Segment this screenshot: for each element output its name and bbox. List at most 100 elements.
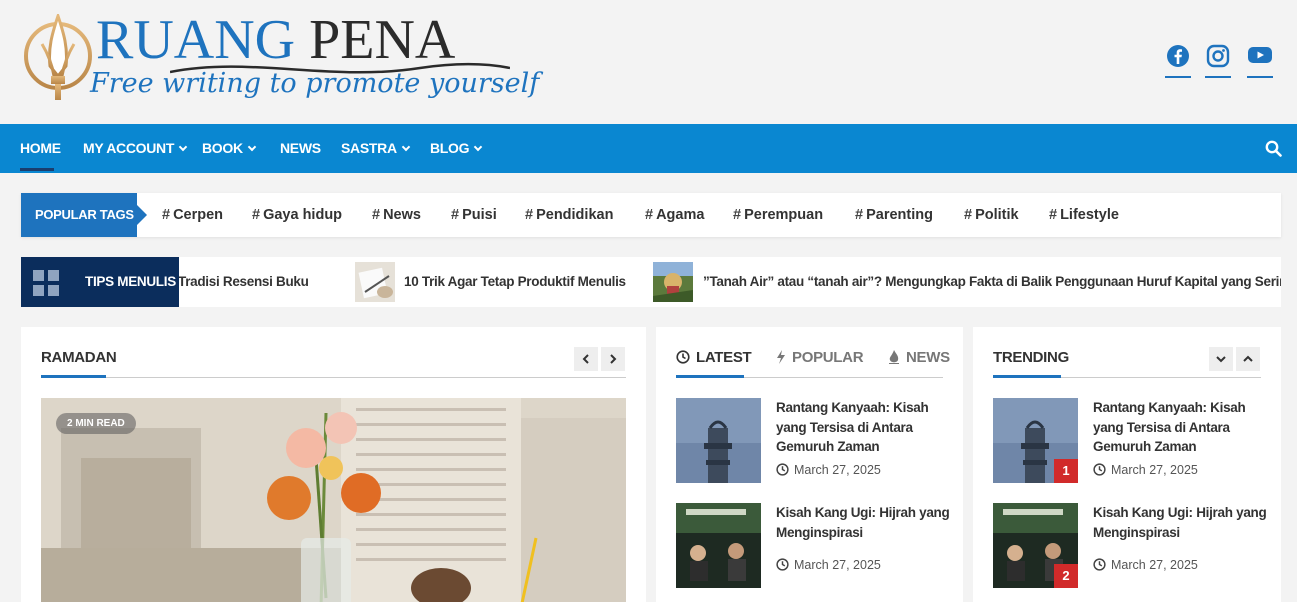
popular-tags-bar: POPULAR TAGS # Cerpen # Gaya hidup # News #… bbox=[21, 193, 1281, 237]
ticker-label: TIPS MENULIS bbox=[21, 257, 179, 307]
site-logo[interactable]: RUANG PENA Free writing to promote yours… bbox=[20, 8, 539, 108]
nav-item-sastra[interactable]: SASTRA bbox=[341, 124, 411, 173]
tab-latest[interactable]: LATEST bbox=[676, 349, 752, 366]
ticker-item[interactable]: ”Tanah Air” atau “tanah air”? Mengungkap… bbox=[703, 257, 1281, 307]
post-date: March 27, 2025 bbox=[1093, 463, 1198, 477]
list-item[interactable]: 1 Rantang Kanyaah: Kisah yang Tersisa di… bbox=[993, 398, 1263, 483]
search-icon[interactable] bbox=[1265, 140, 1282, 157]
tag-link[interactable]: # Agama bbox=[645, 193, 704, 237]
post-date: March 27, 2025 bbox=[1093, 558, 1198, 572]
clock-icon bbox=[776, 463, 789, 476]
youtube-icon bbox=[1248, 47, 1272, 63]
nav-item-book[interactable]: BOOK bbox=[202, 124, 257, 173]
instagram-link[interactable] bbox=[1205, 44, 1231, 78]
post-thumbnail[interactable] bbox=[676, 398, 761, 483]
ticker-label-text: TIPS MENULIS bbox=[85, 274, 176, 289]
news-ticker: Tradisi Resensi Buku 10 Trik Agar Tetap … bbox=[21, 257, 1281, 307]
nav-item-blog[interactable]: BLOG bbox=[430, 124, 483, 173]
nav-active-indicator bbox=[20, 168, 54, 171]
tag-link[interactable]: # Perempuan bbox=[733, 193, 823, 237]
tag-label: Pendidikan bbox=[536, 207, 614, 223]
post-date-text: March 27, 2025 bbox=[794, 463, 881, 477]
tag-link[interactable]: # Politik bbox=[964, 193, 1019, 237]
nav-item-news[interactable]: NEWS bbox=[280, 124, 321, 173]
grid-icon bbox=[33, 270, 59, 296]
youtube-link[interactable] bbox=[1247, 44, 1273, 78]
ticker-thumbnail[interactable] bbox=[653, 262, 693, 302]
facebook-link[interactable] bbox=[1165, 44, 1191, 78]
chevron-down-icon bbox=[474, 142, 483, 152]
chevron-down-icon bbox=[401, 142, 411, 152]
post-thumbnail[interactable]: 2 bbox=[993, 503, 1078, 588]
slider-prev-button[interactable] bbox=[574, 347, 598, 371]
nav-item-my-account[interactable]: MY ACCOUNT bbox=[83, 124, 188, 173]
site-tagline: Free writing to promote yourself bbox=[90, 68, 540, 99]
tag-label: Puisi bbox=[462, 207, 497, 223]
nav-item-label: HOME bbox=[20, 140, 61, 156]
tag-label: Gaya hidup bbox=[263, 207, 343, 223]
featured-post-image[interactable]: 2 MIN READ bbox=[41, 398, 626, 602]
rank-badge: 2 bbox=[1054, 564, 1078, 588]
tab-news[interactable]: NEWS bbox=[888, 349, 950, 366]
tag-link[interactable]: # News bbox=[372, 193, 421, 237]
trending-panel: TRENDING 1 Rantang Kanyaah: Kisah yang T… bbox=[973, 327, 1281, 602]
post-title[interactable]: Kisah Kang Ugi: Hijrah yang Menginspiras… bbox=[776, 503, 951, 542]
slider-next-button[interactable] bbox=[601, 347, 625, 371]
clock-icon bbox=[1093, 558, 1106, 571]
ticker-item[interactable]: Tradisi Resensi Buku bbox=[178, 257, 309, 307]
list-item[interactable]: Rantang Kanyaah: Kisah yang Tersisa di A… bbox=[676, 398, 946, 483]
post-thumbnail[interactable] bbox=[676, 503, 761, 588]
tag-label: News bbox=[383, 207, 421, 223]
tab-label: POPULAR bbox=[792, 349, 864, 366]
popular-tags-label: POPULAR TAGS bbox=[21, 193, 147, 237]
tag-link[interactable]: # Parenting bbox=[855, 193, 933, 237]
slider-down-button[interactable] bbox=[1209, 347, 1233, 371]
post-title[interactable]: Kisah Kang Ugi: Hijrah yang Menginspiras… bbox=[1093, 503, 1268, 542]
tag-link[interactable]: # Puisi bbox=[451, 193, 497, 237]
tag-label: Lifestyle bbox=[1060, 207, 1119, 223]
chevron-right-icon bbox=[610, 354, 617, 364]
clock-icon bbox=[1093, 463, 1106, 476]
post-date: March 27, 2025 bbox=[776, 558, 881, 572]
chevron-down-icon bbox=[247, 142, 257, 152]
quill-emblem-icon bbox=[24, 14, 92, 100]
tag-label: Perempuan bbox=[744, 207, 824, 223]
post-thumbnail[interactable]: 1 bbox=[993, 398, 1078, 483]
nav-item-label: BOOK bbox=[202, 140, 243, 156]
tab-label: NEWS bbox=[906, 349, 950, 366]
slider-up-button[interactable] bbox=[1236, 347, 1260, 371]
ticker-thumbnail[interactable] bbox=[355, 262, 395, 302]
post-title[interactable]: Rantang Kanyaah: Kisah yang Tersisa di A… bbox=[1093, 398, 1268, 457]
post-date-text: March 27, 2025 bbox=[794, 558, 881, 572]
nav-item-label: MY ACCOUNT bbox=[83, 140, 175, 156]
tag-link[interactable]: # Gaya hidup bbox=[252, 193, 342, 237]
ticker-item[interactable]: 10 Trik Agar Tetap Produktif Menulis bbox=[404, 257, 626, 307]
title-accent bbox=[41, 375, 106, 378]
tag-link[interactable]: # Cerpen bbox=[162, 193, 223, 237]
post-date-text: March 27, 2025 bbox=[1111, 558, 1198, 572]
ramadan-panel: RAMADAN 2 MIN READ bbox=[21, 327, 646, 602]
chevron-up-icon bbox=[1243, 355, 1253, 362]
tab-popular[interactable]: POPULAR bbox=[776, 349, 864, 366]
tag-link[interactable]: # Lifestyle bbox=[1049, 193, 1119, 237]
section-title: RAMADAN bbox=[41, 349, 117, 366]
tag-link[interactable]: # Pendidikan bbox=[525, 193, 613, 237]
tab-label: LATEST bbox=[696, 349, 752, 366]
list-item[interactable]: 2 Kisah Kang Ugi: Hijrah yang Menginspir… bbox=[993, 503, 1267, 588]
title-accent bbox=[676, 375, 744, 378]
tag-label: Politik bbox=[975, 207, 1019, 223]
tag-label: Parenting bbox=[866, 207, 933, 223]
title-accent bbox=[993, 375, 1061, 378]
nav-item-home[interactable]: HOME bbox=[20, 124, 61, 173]
nav-item-label: BLOG bbox=[430, 140, 470, 156]
section-title: TRENDING bbox=[993, 349, 1069, 366]
post-title[interactable]: Rantang Kanyaah: Kisah yang Tersisa di A… bbox=[776, 398, 951, 457]
facebook-icon bbox=[1167, 45, 1189, 67]
list-item[interactable]: Kisah Kang Ugi: Hijrah yang Menginspiras… bbox=[676, 503, 950, 588]
nav-item-label: SASTRA bbox=[341, 140, 397, 156]
chevron-down-icon bbox=[1216, 356, 1226, 363]
post-date: March 27, 2025 bbox=[776, 463, 881, 477]
nav-item-label: NEWS bbox=[280, 140, 321, 156]
main-nav: HOME MY ACCOUNT BOOK NEWS SASTRA BLOG bbox=[0, 124, 1297, 173]
fire-icon bbox=[889, 350, 899, 365]
